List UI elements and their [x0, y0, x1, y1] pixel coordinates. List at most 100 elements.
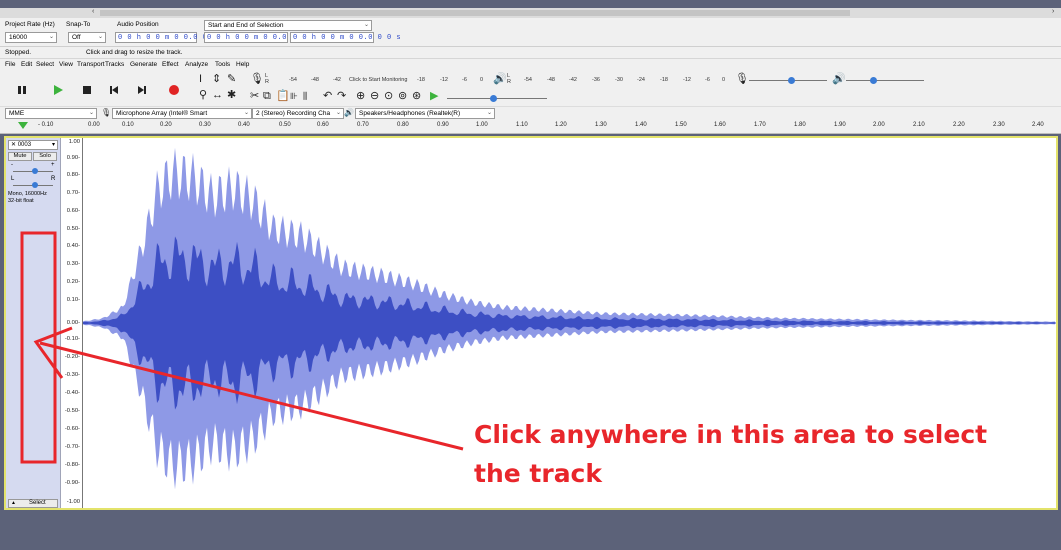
paste-icon[interactable]: 📋 [276, 90, 290, 102]
track-name-bar[interactable]: ✕ 0003 ▾ [8, 140, 58, 150]
horizontal-scrollbar[interactable]: ‹ › [0, 8, 1061, 18]
fit-selection-icon[interactable]: ⊙ [384, 90, 393, 102]
play-volume-handle[interactable] [870, 77, 877, 84]
pan-slider-handle[interactable] [32, 182, 38, 188]
envelope-tool-icon[interactable]: ⇕ [212, 73, 221, 85]
zoom-in-icon[interactable]: ⊕ [356, 90, 365, 102]
menu-file[interactable]: File [5, 61, 15, 68]
mute-button[interactable]: Mute [8, 152, 32, 161]
track-menu-chevron-icon[interactable]: ▾ [52, 141, 55, 148]
channels-select[interactable]: 2 (Stereo) Recording Cha ⌄ [252, 108, 344, 119]
zoom-tool-icon[interactable]: ⚲ [199, 89, 207, 101]
microphone-icon[interactable]: 🎙 [250, 73, 264, 85]
play-button[interactable] [46, 80, 70, 100]
audio-host-select[interactable]: MME ⌄ [5, 108, 97, 119]
menu-edit[interactable]: Edit [21, 61, 32, 68]
fit-project-icon[interactable]: ⊚ [398, 90, 407, 102]
record-scale-3: -42 [333, 77, 341, 83]
selection-start-field[interactable]: 0 0 h 0 0 m 0 0.0 0 0 s [204, 32, 315, 43]
record-meter-prompt[interactable]: Click to Start Monitoring [349, 77, 407, 83]
menu-effect[interactable]: Effect [162, 61, 179, 68]
solo-button[interactable]: Solo [33, 152, 57, 161]
ruler-tick: 0.10 [122, 122, 134, 128]
ruler-tick: 0.70 [357, 122, 369, 128]
pause-button[interactable] [10, 80, 34, 100]
stop-button[interactable] [75, 80, 99, 100]
record-volume-handle[interactable] [788, 77, 795, 84]
play-scale-10: 0 [722, 77, 726, 83]
project-rate-select[interactable]: 16000 ⌄ [5, 32, 57, 43]
track-sample-format: 32-bit float [8, 198, 34, 204]
zoom-toggle-icon[interactable]: ⊛ [412, 90, 421, 102]
ruler-tick: 1.00 [476, 122, 488, 128]
chevron-down-icon: ⌄ [363, 22, 369, 28]
scale-label: 0.30- [66, 261, 80, 267]
gain-slider-handle[interactable] [32, 168, 38, 174]
select-track-button[interactable]: ▲ Select [8, 499, 58, 508]
menu-tracks[interactable]: Tracks [105, 61, 124, 68]
snap-to-select[interactable]: Off ⌄ [68, 32, 106, 43]
skip-start-button[interactable] [102, 80, 126, 100]
scroll-thumb[interactable] [100, 10, 850, 16]
silence-icon[interactable]: ⫼ [303, 90, 307, 102]
play-volume-slider[interactable] [846, 80, 924, 81]
collapse-icon[interactable]: ▲ [11, 500, 16, 506]
play-volume-icon: 🔊 [832, 73, 846, 85]
play-head-icon[interactable] [18, 122, 28, 130]
record-button[interactable] [162, 80, 186, 100]
close-icon[interactable]: ✕ [11, 142, 16, 148]
skip-end-button[interactable] [130, 80, 154, 100]
menu-transport[interactable]: Transport [77, 61, 105, 68]
play-scale-2: -48 [547, 77, 555, 83]
trim-icon[interactable]: ⊪ [290, 90, 298, 102]
cut-icon[interactable]: ✂ [250, 90, 259, 102]
selection-end-field[interactable]: 0 0 h 0 0 m 0 0.0 0 0 s [290, 32, 401, 43]
output-device-select[interactable]: Speakers/Headphones (Realtek(R) ⌄ [355, 108, 495, 119]
play-speed-slider[interactable] [447, 98, 547, 99]
menu-view[interactable]: View [59, 61, 73, 68]
play-scale-3: -42 [569, 77, 577, 83]
scroll-right-icon[interactable]: › [1052, 8, 1054, 15]
ruler-tick: 1.70 [754, 122, 766, 128]
ruler-tick: 0.40 [238, 122, 250, 128]
scale-label: 0.60- [66, 208, 80, 214]
redo-icon[interactable]: ↷ [337, 90, 346, 102]
play-meter-r: R [507, 79, 511, 85]
multi-tool-icon[interactable]: ✱ [227, 89, 236, 101]
menu-select[interactable]: Select [36, 61, 54, 68]
device-toolbar: MME ⌄ 🎙 Microphone Array (Intel® Smart ⌄… [0, 106, 1061, 119]
window-top-strip [0, 0, 1061, 8]
selection-toolbar: Project Rate (Hz) 16000 ⌄ Snap-To Off ⌄ … [0, 18, 1061, 47]
menu-help[interactable]: Help [236, 61, 249, 68]
undo-icon[interactable]: ↶ [323, 90, 332, 102]
record-scale-6: -6 [462, 77, 467, 83]
zoom-out-icon[interactable]: ⊖ [370, 90, 379, 102]
ruler-tick: 1.90 [834, 122, 846, 128]
selection-mode-select[interactable]: Start and End of Selection ⌄ [204, 20, 372, 31]
project-rate-value: 16000 [9, 34, 28, 41]
play-scale-6: -24 [637, 77, 645, 83]
selection-tool-icon[interactable]: I [199, 73, 202, 85]
copy-icon[interactable]: ⧉ [263, 90, 271, 102]
timeline-ruler[interactable]: - 0.10 0.00 0.10 0.20 0.30 0.40 0.50 0.6… [0, 119, 1061, 134]
scroll-left-icon[interactable]: ‹ [92, 8, 94, 15]
draw-tool-icon[interactable]: ✎ [227, 73, 236, 85]
ruler-tick: 0.50 [279, 122, 291, 128]
audio-position-field[interactable]: 0 0 h 0 0 m 0 0.0 0 0 s [115, 32, 226, 43]
timeshift-tool-icon[interactable]: ↔ [212, 89, 223, 101]
pan-right-label: R [51, 176, 56, 182]
ruler-tick: 2.20 [953, 122, 965, 128]
speaker-icon[interactable]: 🔊 [493, 73, 507, 85]
menu-generate[interactable]: Generate [130, 61, 157, 68]
play-at-speed-icon[interactable]: ▶ [430, 90, 438, 102]
scale-label: 0.10- [66, 297, 80, 303]
record-scale-7: 0 [480, 77, 484, 83]
menu-analyze[interactable]: Analyze [185, 61, 208, 68]
ruler-tick: 1.40 [635, 122, 647, 128]
input-device-select[interactable]: Microphone Array (Intel® Smart ⌄ [112, 108, 252, 119]
play-speed-handle[interactable] [490, 95, 497, 102]
amplitude-scale[interactable]: 1.00 0.90- 0.80- 0.70- 0.60- 0.50- 0.40-… [61, 138, 83, 508]
project-rate-label: Project Rate (Hz) [5, 21, 55, 28]
track-control-panel[interactable]: ✕ 0003 ▾ Mute Solo - + L R Mono, 16000Hz… [6, 138, 61, 508]
menu-tools[interactable]: Tools [215, 61, 230, 68]
